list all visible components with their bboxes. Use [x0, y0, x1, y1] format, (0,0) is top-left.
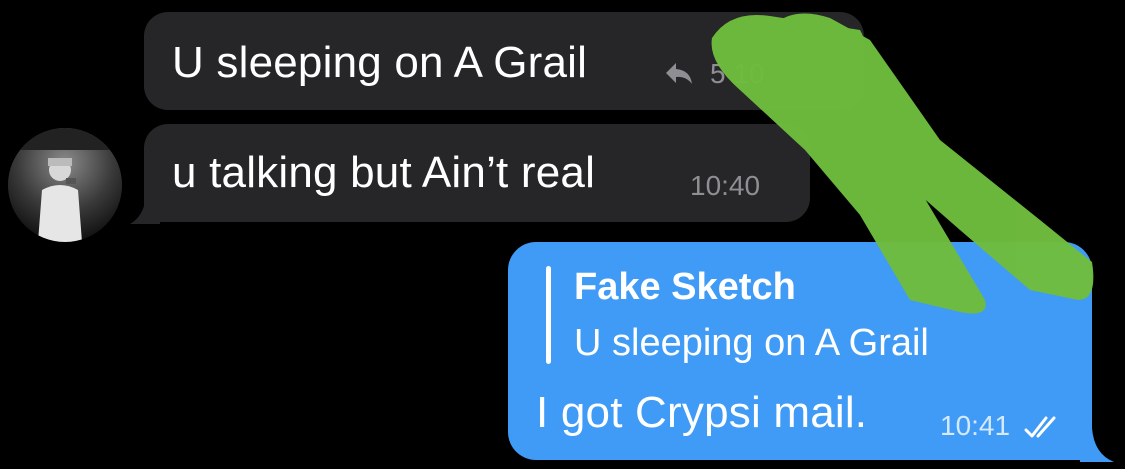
incoming-bubble-tail	[130, 186, 160, 224]
message-text: U sleeping on A Grail	[172, 38, 588, 87]
reply-arrow-icon	[666, 63, 692, 84]
message-time: 10:40	[690, 170, 761, 201]
incoming-message-bubble[interactable]: u talking but Ain’t real 10:40	[144, 124, 810, 222]
reply-sender-name[interactable]: Fake Sketch	[574, 266, 796, 309]
message-text: u talking but Ain’t real	[172, 148, 596, 197]
outgoing-bubble-tail	[1080, 420, 1114, 462]
outgoing-message-bubble[interactable]: Fake Sketch U sleeping on A Grail I got …	[508, 242, 1092, 460]
double-check-icon	[1024, 416, 1056, 438]
message-time: 5 10	[710, 58, 765, 89]
incoming-message-bubble[interactable]: U sleeping on A Grail 5 10	[144, 12, 864, 110]
sender-avatar[interactable]	[8, 128, 122, 242]
message-text: I got Crypsi mail.	[536, 388, 868, 437]
reply-quoted-text[interactable]: U sleeping on A Grail	[574, 322, 929, 365]
message-time: 10:41	[940, 410, 1011, 441]
reply-quote-bar	[546, 266, 551, 364]
